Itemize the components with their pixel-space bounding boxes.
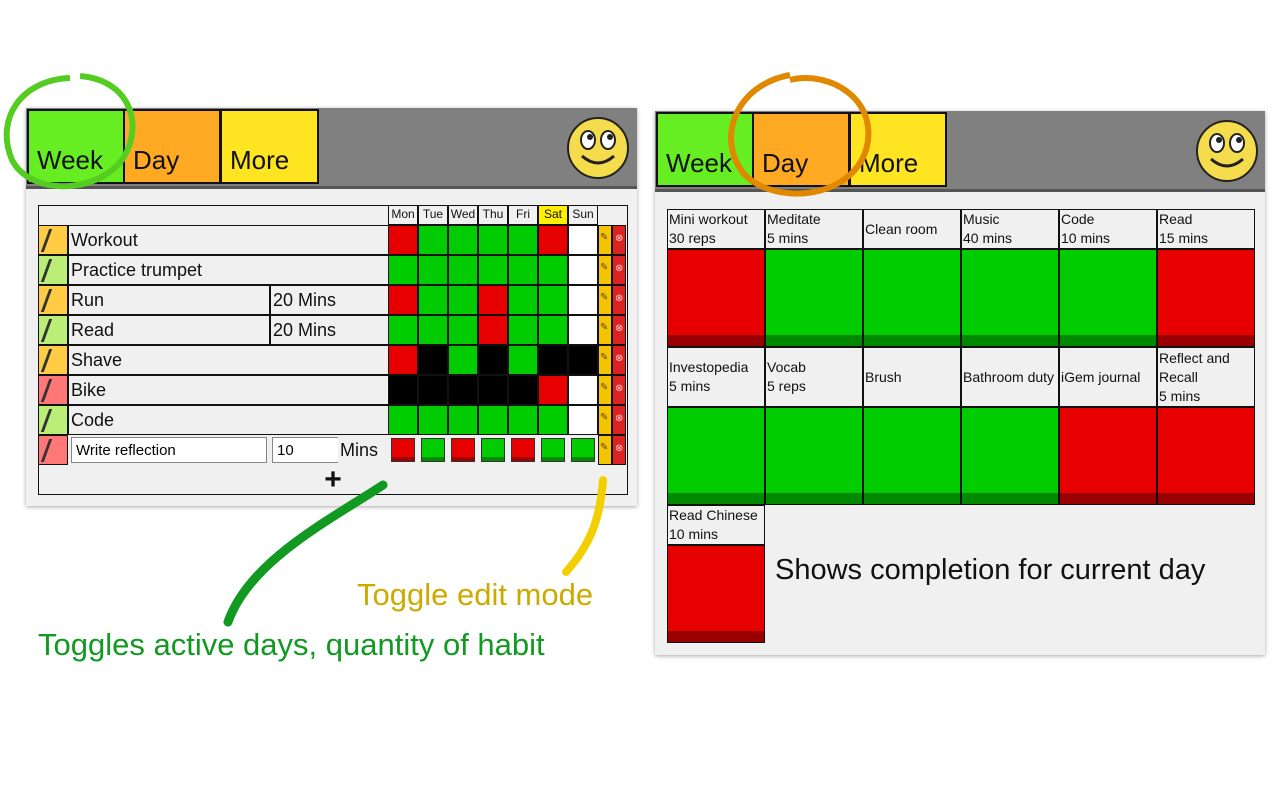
annotation-strokes xyxy=(3,72,872,627)
day-highlight-circle xyxy=(728,72,872,197)
yellow-arrow-stroke xyxy=(562,476,607,576)
week-highlight-circle xyxy=(3,73,136,190)
toggle-edit-note: Toggle edit mode xyxy=(357,577,594,612)
toggles-days-note: Toggles active days, quantity of habit xyxy=(38,627,545,662)
